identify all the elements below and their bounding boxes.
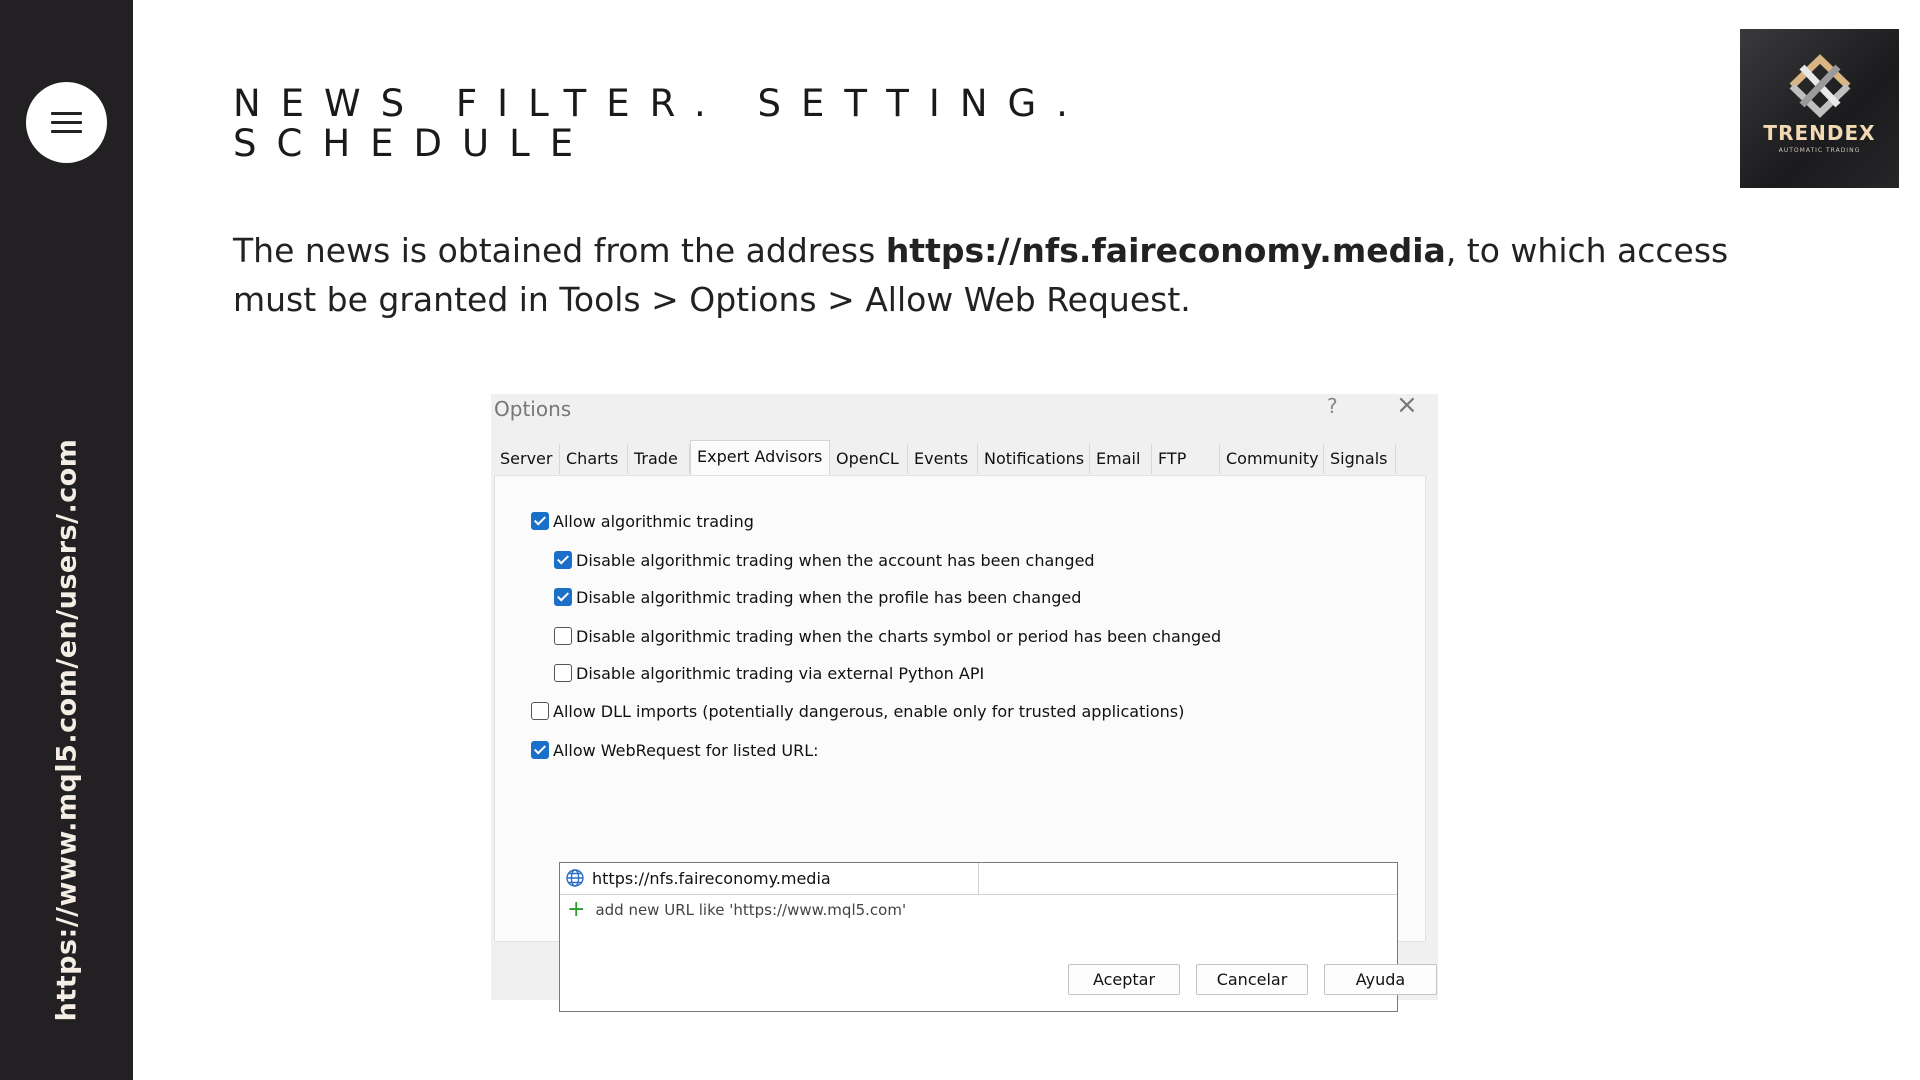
tab-server[interactable]: Server	[494, 444, 560, 474]
url-list-item[interactable]: https://nfs.faireconomy.media	[560, 863, 1397, 895]
logo-tagline: AUTOMATIC TRADING	[1778, 147, 1861, 154]
trendex-logo-mark-icon	[1789, 54, 1851, 118]
ok-button[interactable]: Aceptar	[1068, 964, 1180, 995]
logo-wordmark: TRENDEX	[1763, 121, 1876, 145]
expert-advisors-panel: Allow algorithmic trading Disable algori…	[494, 475, 1426, 1012]
option-allow-dll-imports[interactable]: Allow DLL imports (potentially dangerous…	[531, 700, 1184, 722]
sidebar-url-text[interactable]: https://www.mql5.com/en/users/.com	[52, 439, 83, 1022]
dialog-close-icon[interactable]: ×	[1396, 390, 1418, 420]
dialog-title: Options	[494, 397, 572, 421]
option-label: Disable algorithmic trading via external…	[576, 663, 985, 683]
option-label: Disable algorithmic trading when the pro…	[576, 587, 1082, 607]
checkbox-disable-symbol-changed[interactable]	[554, 627, 572, 645]
intro-paragraph: The news is obtained from the address ht…	[233, 226, 1803, 324]
option-allow-algo-trading[interactable]: Allow algorithmic trading	[531, 510, 754, 532]
cancel-button[interactable]: Cancelar	[1196, 964, 1308, 995]
intro-text-before: The news is obtained from the address	[233, 231, 886, 270]
checkbox-allow-algo-trading[interactable]	[531, 512, 549, 530]
tab-community[interactable]: Community	[1220, 444, 1324, 474]
tab-ftp[interactable]: FTP	[1152, 444, 1220, 474]
title-line-2: SCHEDULE	[233, 122, 594, 165]
option-disable-account-changed[interactable]: Disable algorithmic trading when the acc…	[554, 549, 1095, 571]
dialog-help-icon[interactable]: ?	[1327, 394, 1338, 418]
option-disable-profile-changed[interactable]: Disable algorithmic trading when the pro…	[554, 586, 1081, 608]
option-label: Allow WebRequest for listed URL:	[553, 740, 819, 760]
option-label: Disable algorithmic trading when the acc…	[576, 550, 1095, 570]
trendex-logo: TRENDEX AUTOMATIC TRADING	[1740, 29, 1899, 188]
checkbox-disable-account-changed[interactable]	[554, 551, 572, 569]
globe-icon	[566, 869, 584, 887]
option-label: Allow DLL imports (potentially dangerous…	[553, 701, 1185, 721]
tab-signals[interactable]: Signals	[1324, 444, 1396, 474]
dialog-tabs: Server Charts Trade Expert Advisors Open…	[494, 440, 1426, 476]
help-button[interactable]: Ayuda	[1324, 964, 1437, 995]
news-source-url: https://nfs.faireconomy.media	[885, 231, 1446, 270]
sidebar: https://www.mql5.com/en/users/.com	[0, 0, 133, 1080]
option-label: Disable algorithmic trading when the cha…	[576, 626, 1222, 646]
plus-icon: +	[567, 897, 586, 922]
tab-charts[interactable]: Charts	[560, 444, 628, 474]
column-separator	[978, 863, 979, 894]
checkbox-allow-webrequest[interactable]	[531, 741, 549, 759]
tab-expert-advisors[interactable]: Expert Advisors	[690, 440, 830, 476]
checkbox-allow-dll-imports[interactable]	[531, 702, 549, 720]
hamburger-menu-icon[interactable]	[26, 82, 107, 163]
url-list-item-text: https://nfs.faireconomy.media	[592, 869, 831, 888]
add-url-row[interactable]: + add new URL like 'https://www.mql5.com…	[567, 897, 907, 922]
checkbox-disable-profile-changed[interactable]	[554, 588, 572, 606]
page-title: NEWS FILTER. SETTING. SCHEDULE	[233, 84, 1088, 164]
options-dialog: Options ? × Server Charts Trade Expert A…	[491, 390, 1438, 1012]
title-line-1: NEWS FILTER. SETTING.	[233, 82, 1088, 125]
option-disable-symbol-changed[interactable]: Disable algorithmic trading when the cha…	[554, 625, 1221, 647]
checkbox-disable-python-api[interactable]	[554, 664, 572, 682]
option-allow-webrequest[interactable]: Allow WebRequest for listed URL:	[531, 739, 819, 761]
option-disable-python-api[interactable]: Disable algorithmic trading via external…	[554, 662, 984, 684]
option-label: Allow algorithmic trading	[553, 511, 754, 531]
tab-opencl[interactable]: OpenCL	[830, 444, 908, 474]
tab-notifications[interactable]: Notifications	[978, 444, 1090, 474]
tab-trade[interactable]: Trade	[628, 444, 690, 474]
tab-email[interactable]: Email	[1090, 444, 1152, 474]
tab-events[interactable]: Events	[908, 444, 978, 474]
add-url-hint: add new URL like 'https://www.mql5.com'	[595, 901, 907, 919]
